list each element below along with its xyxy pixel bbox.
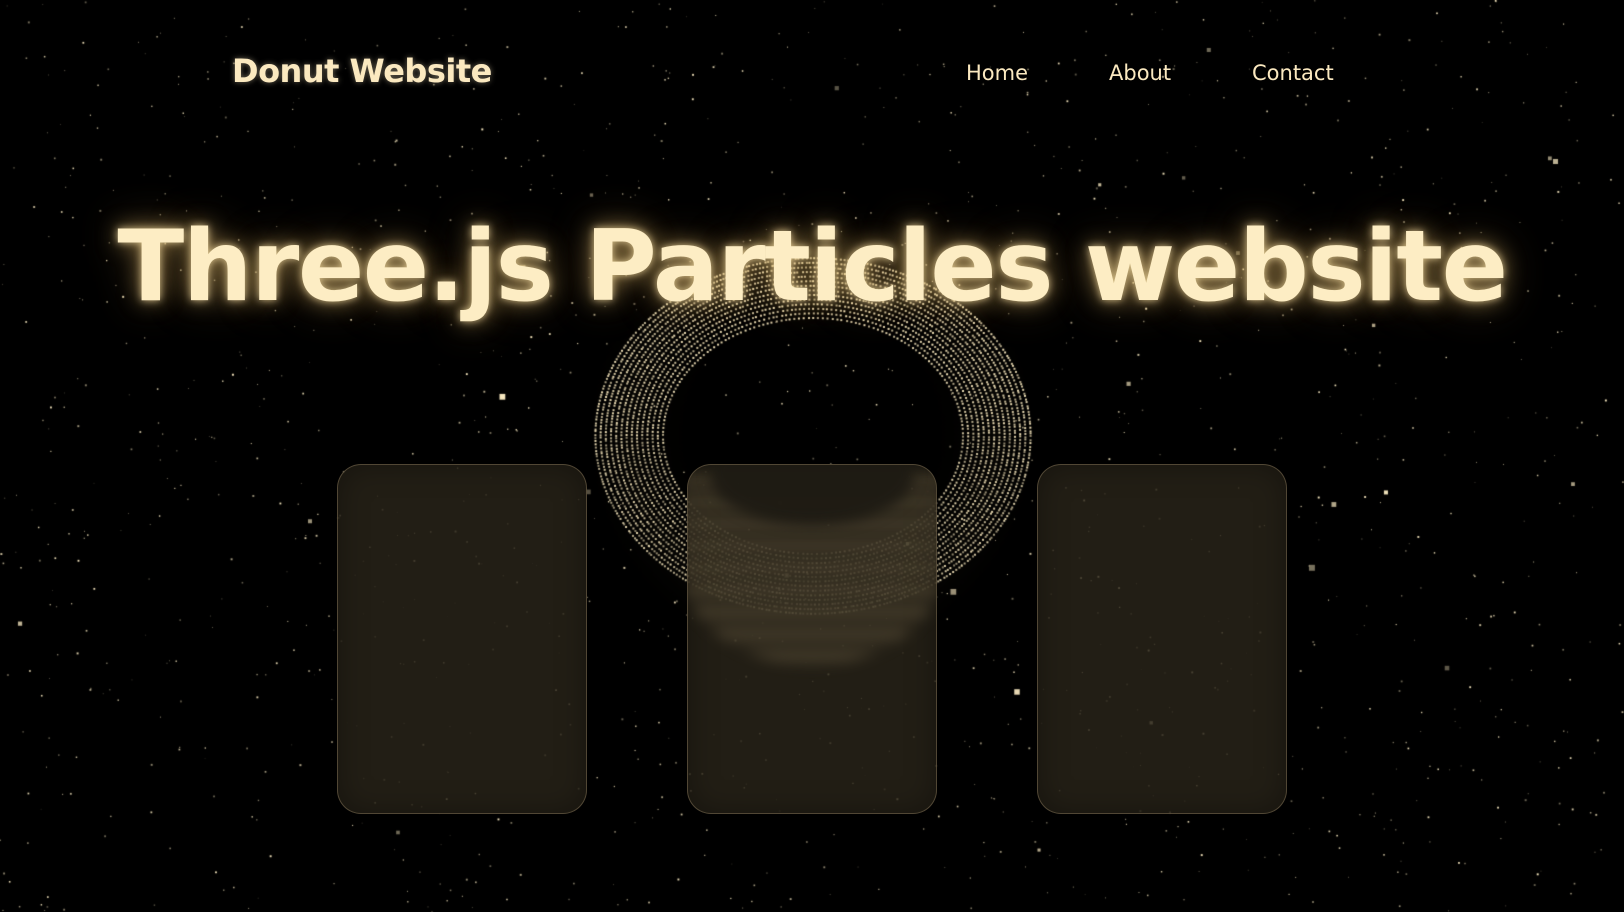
glass-card-right[interactable] — [1037, 464, 1287, 814]
hero-title: Three.js Particles website — [117, 210, 1508, 324]
site-logo[interactable]: Donut Website — [232, 52, 492, 90]
nav-link-home[interactable]: Home — [966, 61, 1028, 85]
nav-link-contact[interactable]: Contact — [1252, 61, 1334, 85]
site-header: Donut Website Home About Contact — [0, 0, 1624, 150]
nav-link-about[interactable]: About — [1109, 61, 1171, 85]
glass-card-center[interactable] — [687, 464, 937, 814]
glass-card-left[interactable] — [337, 464, 587, 814]
